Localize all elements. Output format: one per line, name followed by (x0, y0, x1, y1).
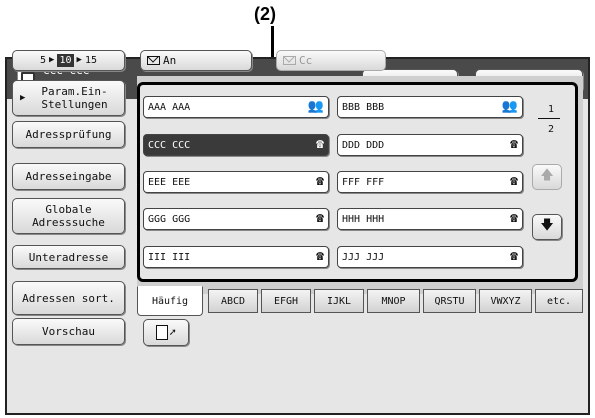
mail-icon (147, 56, 160, 65)
phone-icon: ☎ (316, 249, 324, 264)
phone-icon: ☎ (316, 174, 324, 189)
address-entry[interactable]: FFF FFF ☎ (337, 171, 523, 193)
entry-label: CCC CCC (148, 139, 191, 151)
address-entry-button[interactable]: Adresseingabe (12, 163, 125, 190)
to-button[interactable]: An (140, 50, 252, 71)
entry-label: HHH HHH (342, 213, 385, 225)
page-total: 2 (547, 124, 555, 135)
address-entry[interactable]: JJJ JJJ ☎ (337, 246, 523, 268)
address-entry[interactable]: DDD DDD ☎ (337, 134, 523, 156)
entry-label: III III (148, 251, 191, 263)
phone-icon: ☎ (510, 211, 518, 226)
entry-label: JJJ JJJ (342, 251, 385, 263)
phone-icon: ☎ (316, 137, 324, 152)
phone-icon: ☎ (510, 137, 518, 152)
page-divider (538, 118, 560, 119)
tab-mnop[interactable]: MNOP (367, 289, 420, 313)
triangle-right-icon: ▶ (76, 55, 82, 65)
arrow-out-icon: ➚ (169, 326, 176, 339)
scroll-down-button[interactable]: 🡇 (532, 214, 562, 240)
address-entry-selected[interactable]: CCC CCC ☎ (143, 134, 329, 156)
arrow-down-icon: 🡇 (540, 218, 554, 233)
address-entry[interactable]: EEE EEE ☎ (143, 171, 329, 193)
mail-icon (283, 56, 296, 65)
param-settings-button[interactable]: Param.Ein- Stellungen (12, 80, 125, 116)
phone-icon: ☎ (510, 249, 518, 264)
callout-label: (2) (254, 4, 276, 24)
tab-abcd[interactable]: ABCD (208, 289, 258, 313)
global-search-line2: Adresssuche (32, 216, 105, 229)
triangle-right-icon: ▶ (49, 55, 55, 65)
pager-left: 5 (40, 55, 47, 66)
sub-address-button[interactable]: Unteradresse (12, 245, 125, 269)
address-entry[interactable]: GGG GGG ☎ (143, 208, 329, 230)
tab-haeufig[interactable]: Häufig (137, 286, 203, 316)
tab-ijkl[interactable]: IJKL (314, 289, 364, 313)
document-icon (156, 325, 169, 340)
phone-icon: ☎ (316, 211, 324, 226)
address-entry[interactable]: BBB BBB 👥 (337, 96, 523, 118)
entry-label: DDD DDD (342, 139, 385, 151)
tab-efgh[interactable]: EFGH (261, 289, 311, 313)
display-count-selector[interactable]: 5 ▶ 10 ▶ 15 (12, 50, 125, 71)
address-book-export-button[interactable]: ➚ (143, 319, 189, 346)
tab-qrstu[interactable]: QRSTU (423, 289, 476, 313)
tab-etc[interactable]: etc. (535, 289, 583, 313)
entry-label: BBB BBB (342, 101, 385, 113)
entry-label: FFF FFF (342, 176, 385, 188)
address-entry[interactable]: HHH HHH ☎ (337, 208, 523, 230)
page-current: 1 (547, 104, 555, 115)
to-label: An (163, 54, 177, 67)
group-icon: 👥 (307, 99, 324, 114)
preview-button[interactable]: Vorschau (12, 318, 125, 345)
scroll-up-button[interactable]: 🡅 (532, 164, 562, 190)
address-entry[interactable]: III III ☎ (143, 246, 329, 268)
entry-label: GGG GGG (148, 213, 191, 225)
entry-label: EEE EEE (148, 176, 191, 188)
pager-current: 10 (57, 54, 74, 67)
global-search-line1: Globale (45, 203, 92, 216)
phone-icon: ☎ (510, 174, 518, 189)
arrow-up-icon: 🡅 (540, 168, 554, 183)
tab-vwxyz[interactable]: VWXYZ (479, 289, 532, 313)
cc-label: Cc (299, 54, 313, 67)
global-address-search-button[interactable]: Globale Adresssuche (12, 198, 125, 234)
cc-button[interactable]: Cc (276, 50, 386, 71)
group-icon: 👥 (501, 99, 518, 114)
entry-label: AAA AAA (148, 101, 191, 113)
param-settings-line1: Param.Ein- (41, 85, 108, 98)
sort-addresses-button[interactable]: Adressen sort. (12, 281, 125, 315)
address-entry[interactable]: AAA AAA 👥 (143, 96, 329, 118)
pager-right: 15 (84, 55, 97, 66)
address-check-button[interactable]: Adressprüfung (12, 121, 125, 148)
param-settings-line2: Stellungen (41, 98, 108, 111)
